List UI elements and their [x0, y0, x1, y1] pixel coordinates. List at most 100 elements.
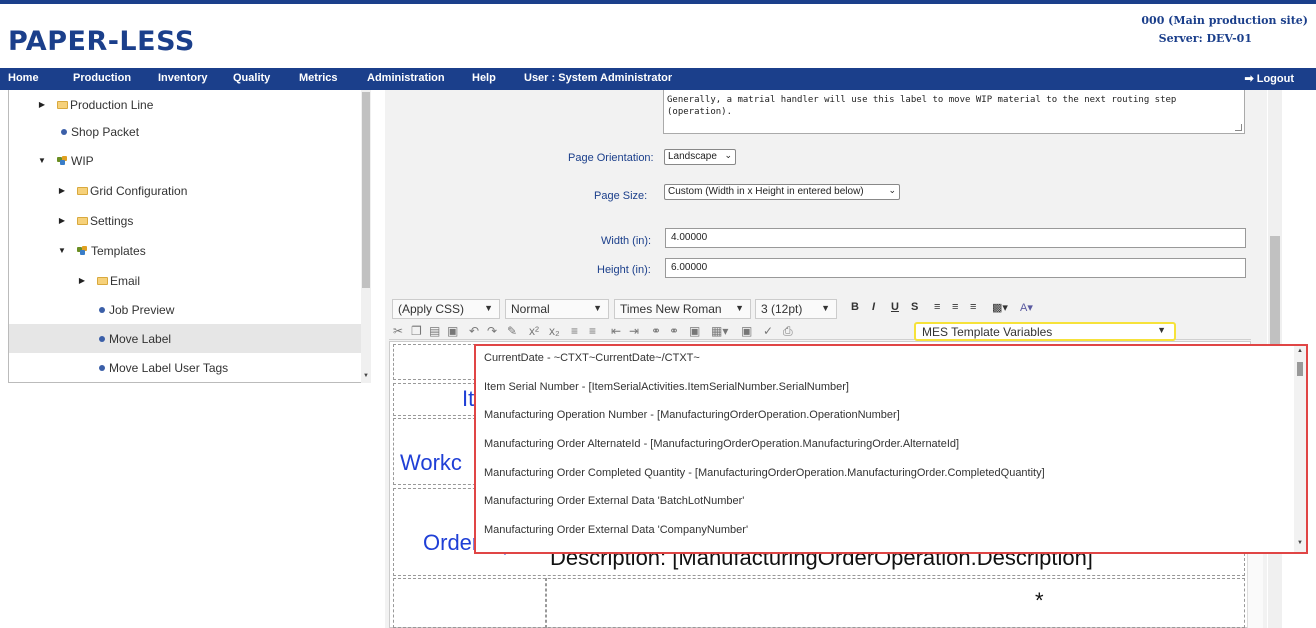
tree-scrollbar[interactable]: ▼ [361, 90, 371, 383]
tree-item-label: Move Label [109, 331, 172, 346]
chevron-down-icon: ⌄ [724, 150, 732, 160]
chevron-down-icon: ▼ [484, 303, 493, 313]
outdent-icon[interactable]: ⇤ [611, 324, 621, 338]
highlight-color-icon[interactable]: ▩▾ [992, 301, 1008, 314]
tree-item-label: WIP [71, 153, 94, 168]
resize-grip-icon[interactable] [1235, 124, 1242, 131]
dropdown-option[interactable]: Manufacturing Order AlternateId - [Manuf… [484, 438, 959, 450]
bulleted-list-icon[interactable]: ≡ [589, 324, 596, 338]
width-input[interactable]: 4.00000 [665, 228, 1246, 248]
align-right-icon[interactable]: ≡ [970, 301, 976, 313]
height-input[interactable]: 6.00000 [665, 258, 1246, 278]
expand-arrow-icon[interactable]: ▶ [57, 216, 67, 225]
font-size-select[interactable]: 3 (12pt) ▼ [755, 299, 837, 319]
underline-button[interactable]: U [891, 301, 899, 313]
redo-icon[interactable]: ↷ [487, 324, 497, 338]
copy-icon[interactable]: ❐ [411, 324, 422, 338]
expand-arrow-icon[interactable]: ▶ [37, 100, 47, 109]
font-family-value: Times New Roman [620, 302, 722, 316]
hyperlink-icon[interactable]: ⚭ [651, 324, 661, 338]
subscript-icon[interactable]: x₂ [549, 324, 560, 338]
tree-item-shop-packet[interactable]: Shop Packet [9, 117, 361, 146]
nav-metrics[interactable]: Metrics [299, 72, 338, 84]
scroll-down-icon[interactable]: ▼ [1297, 540, 1303, 546]
navigation-tree: ▶ Production Line Shop Packet ▼ WIP ▶ Gr… [8, 90, 370, 383]
spellcheck-icon[interactable]: ✓ [763, 324, 773, 338]
dropdown-option[interactable]: Manufacturing Order External Data 'Batch… [484, 495, 744, 507]
font-family-select[interactable]: Times New Roman ▼ [614, 299, 751, 319]
nav-administration[interactable]: Administration [367, 72, 445, 84]
nav-home[interactable]: Home [8, 72, 39, 84]
nav-quality[interactable]: Quality [233, 72, 270, 84]
tree-item-wip[interactable]: ▼ WIP [9, 146, 361, 175]
logout-icon: ➡︎ [1244, 73, 1254, 85]
page-orientation-select[interactable]: Landscape ⌄ [664, 149, 736, 165]
indent-icon[interactable]: ⇥ [629, 324, 639, 338]
tree-item-settings[interactable]: ▶ Settings [9, 206, 361, 235]
nav-inventory[interactable]: Inventory [158, 72, 208, 84]
dropdown-option[interactable]: Manufacturing Operation Number - [Manufa… [484, 409, 900, 421]
collapse-arrow-icon[interactable]: ▼ [37, 156, 47, 165]
page-orientation-label: Page Orientation: [568, 152, 654, 164]
dropdown-option[interactable]: Item Serial Number - [ItemSerialActiviti… [484, 381, 849, 393]
main-nav: Home Production Inventory Quality Metric… [0, 68, 1316, 90]
font-color-icon[interactable]: A▾ [1020, 301, 1033, 314]
dropdown-option[interactable]: Manufacturing Order Completed Quantity -… [484, 467, 1045, 479]
paste-icon[interactable]: ▤ [429, 324, 440, 338]
nav-production[interactable]: Production [73, 72, 131, 84]
align-center-icon[interactable]: ≡ [952, 301, 958, 313]
italic-button[interactable]: I [872, 301, 875, 313]
table-cell [393, 578, 1245, 628]
table-icon[interactable]: ▦▾ [711, 324, 728, 338]
site-info: 000 (Main production site) Server: DEV-0… [1141, 12, 1308, 48]
remove-link-icon[interactable]: ⚭ [669, 324, 679, 338]
scroll-down-icon[interactable]: ▼ [363, 373, 369, 379]
paste-text-icon[interactable]: ▣ [447, 324, 458, 338]
bold-button[interactable]: B [851, 301, 859, 313]
page-orientation-value: Landscape [668, 151, 717, 162]
tree-item-grid-configuration[interactable]: ▶ Grid Configuration [9, 176, 361, 205]
nav-user[interactable]: User : System Administrator [524, 72, 672, 84]
expand-arrow-icon[interactable]: ▶ [57, 186, 67, 195]
logout-label: Logout [1256, 73, 1294, 85]
tree-item-email[interactable]: ▶ Email [9, 266, 361, 295]
tree-item-move-label-user-tags[interactable]: Move Label User Tags [9, 353, 361, 382]
apply-css-select[interactable]: (Apply CSS) ▼ [392, 299, 500, 319]
mes-template-variables-select[interactable]: MES Template Variables ▼ [914, 322, 1176, 341]
insert-template-icon[interactable]: ▣ [741, 324, 752, 338]
tree-item-production-line[interactable]: ▶ Production Line [9, 90, 361, 119]
image-icon[interactable]: ▣ [689, 324, 700, 338]
print-icon[interactable]: ⎙ [783, 324, 793, 339]
undo-icon[interactable]: ↶ [469, 324, 479, 338]
tree-item-label: Templates [91, 243, 146, 258]
tree-item-templates[interactable]: ▼ Templates [9, 236, 361, 265]
scrollbar-thumb[interactable] [1297, 362, 1303, 376]
expand-arrow-icon[interactable]: ▶ [77, 276, 87, 285]
format-painter-icon[interactable]: ✎ [507, 324, 517, 338]
align-left-icon[interactable]: ≡ [934, 301, 940, 313]
scroll-up-icon[interactable]: ▲ [1297, 348, 1303, 354]
tree-item-move-label[interactable]: Move Label [9, 324, 361, 353]
logout-button[interactable]: ➡︎ Logout [1244, 72, 1294, 85]
superscript-icon[interactable]: x² [529, 324, 539, 338]
strikethrough-button[interactable]: S [911, 301, 918, 313]
cut-icon[interactable]: ✂ [393, 324, 403, 338]
nav-help[interactable]: Help [472, 72, 496, 84]
app-logo[interactable]: PAPER-LESS [8, 26, 195, 57]
folder-icon [77, 186, 88, 195]
scrollbar-thumb[interactable] [362, 92, 370, 288]
page-size-select[interactable]: Custom (Width in x Height in entered bel… [664, 184, 900, 200]
tree-item-label: Production Line [70, 97, 154, 112]
dropdown-option[interactable]: Manufacturing Order External Data 'Compa… [484, 524, 748, 536]
tree-item-job-preview[interactable]: Job Preview [9, 295, 361, 324]
page-size-value: Custom (Width in x Height in entered bel… [668, 186, 864, 197]
dropdown-option[interactable]: CurrentDate - ~CTXT~CurrentDate~/CTXT~ [484, 352, 700, 364]
paragraph-style-select[interactable]: Normal ▼ [505, 299, 609, 319]
tree-item-label: Job Preview [109, 302, 175, 317]
width-value: 4.00000 [671, 232, 708, 243]
bullet-icon [99, 306, 105, 313]
dropdown-scrollbar[interactable]: ▲ ▼ [1294, 346, 1306, 552]
description-textarea[interactable]: Generally, a matrial handler will use th… [663, 90, 1245, 134]
numbered-list-icon[interactable]: ≡ [571, 324, 578, 338]
collapse-arrow-icon[interactable]: ▼ [57, 246, 67, 255]
